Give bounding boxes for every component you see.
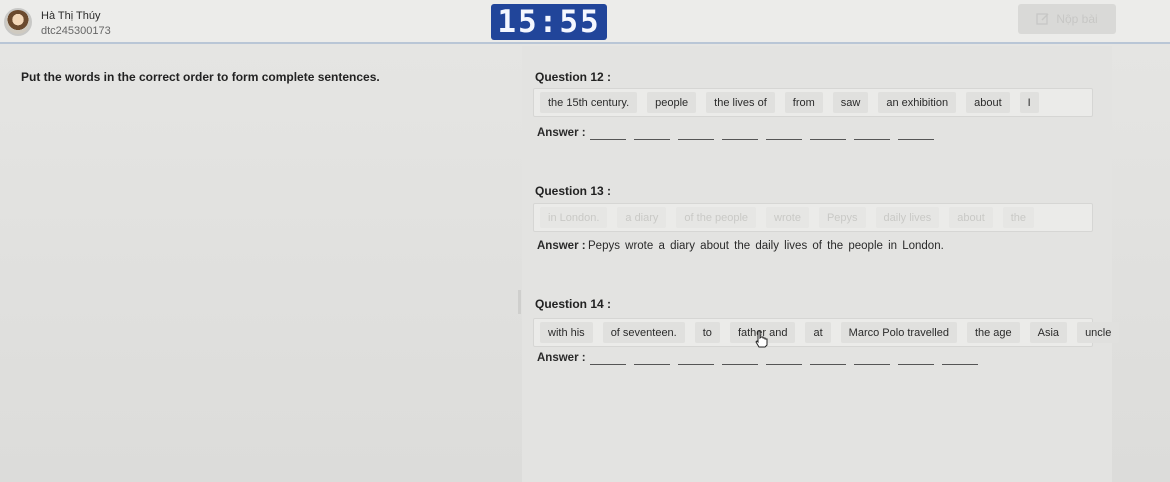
answer-slot[interactable] bbox=[722, 364, 758, 365]
answer-slot[interactable] bbox=[590, 139, 626, 140]
submit-button-label: Nộp bài bbox=[1056, 12, 1098, 26]
instruction-panel: Put the words in the correct order to fo… bbox=[0, 46, 520, 482]
answer-slot[interactable] bbox=[722, 139, 758, 140]
word-chip[interactable]: to bbox=[694, 322, 720, 343]
user-name: Hà Thị Thúy bbox=[41, 10, 101, 22]
answer-slot[interactable] bbox=[766, 139, 802, 140]
word-chip-used: a diary bbox=[617, 207, 667, 228]
answer-label: Answer : bbox=[537, 240, 586, 252]
word-chip-used: the bbox=[1002, 207, 1035, 228]
word-chip[interactable]: about bbox=[966, 92, 1010, 113]
word-chip[interactable]: saw bbox=[832, 92, 869, 113]
word-bank: the 15th century. people the lives of fr… bbox=[533, 88, 1093, 117]
answer-slot[interactable] bbox=[854, 139, 890, 140]
answer-slot[interactable] bbox=[634, 139, 670, 140]
answer-slot[interactable] bbox=[590, 364, 626, 365]
word-chip[interactable]: I bbox=[1019, 92, 1039, 113]
hand-cursor-icon bbox=[755, 330, 768, 348]
word-chip[interactable]: with his bbox=[540, 322, 593, 343]
word-chip[interactable]: Asia bbox=[1029, 322, 1068, 343]
answer-label: Answer : bbox=[537, 127, 586, 139]
answer-slot[interactable] bbox=[898, 364, 934, 365]
answer-slot[interactable] bbox=[678, 364, 714, 365]
user-id: dtc245300173 bbox=[41, 25, 111, 37]
answer-sentence[interactable]: Pepys wrote a diary about the daily live… bbox=[588, 240, 944, 252]
word-chip-used: wrote bbox=[766, 207, 809, 228]
word-chip[interactable]: of seventeen. bbox=[602, 322, 685, 343]
instruction-text: Put the words in the correct order to fo… bbox=[21, 70, 380, 84]
answer-label: Answer : bbox=[537, 352, 586, 364]
question-title: Question 13 : bbox=[535, 184, 612, 198]
word-chip-used: Pepys bbox=[818, 207, 866, 228]
word-chip-used: daily lives bbox=[875, 207, 940, 228]
avatar bbox=[4, 8, 32, 36]
countdown-timer: 15:55 bbox=[491, 4, 607, 40]
question-title: Question 14 : bbox=[535, 297, 612, 311]
question-title: Question 12 : bbox=[535, 70, 612, 84]
submit-button[interactable]: Nộp bài bbox=[1018, 4, 1116, 34]
word-chip[interactable]: people bbox=[647, 92, 697, 113]
word-chip-used: in London. bbox=[540, 207, 608, 228]
edit-icon bbox=[1036, 13, 1049, 25]
word-bank: with his of seventeen. to father and at … bbox=[533, 318, 1120, 347]
word-chip[interactable]: an exhibition bbox=[878, 92, 957, 113]
header-bar: Hà Thị Thúy dtc245300173 15:55 Nộp bài bbox=[0, 0, 1170, 44]
answer-slot[interactable] bbox=[810, 139, 846, 140]
word-chip[interactable]: from bbox=[784, 92, 823, 113]
word-chip[interactable]: the age bbox=[966, 322, 1020, 343]
answer-slots[interactable] bbox=[590, 364, 978, 365]
answer-slot[interactable] bbox=[634, 364, 670, 365]
word-bank: in London. a diary of the people wrote P… bbox=[533, 203, 1093, 232]
answer-slot[interactable] bbox=[810, 364, 846, 365]
answer-slots[interactable] bbox=[590, 139, 934, 140]
word-chip[interactable]: the 15th century. bbox=[540, 92, 638, 113]
answer-slot[interactable] bbox=[942, 364, 978, 365]
answer-slot[interactable] bbox=[854, 364, 890, 365]
word-chip[interactable]: at bbox=[805, 322, 831, 343]
answer-slot[interactable] bbox=[766, 364, 802, 365]
panel-divider[interactable] bbox=[518, 290, 521, 314]
word-chip[interactable]: uncle bbox=[1077, 322, 1120, 343]
word-chip-used: of the people bbox=[676, 207, 757, 228]
answer-slot[interactable] bbox=[678, 139, 714, 140]
answer-slot[interactable] bbox=[898, 139, 934, 140]
questions-panel: Question 12 : the 15th century. people t… bbox=[522, 46, 1120, 482]
word-chip[interactable]: the lives of bbox=[706, 92, 775, 113]
word-chip[interactable]: Marco Polo travelled bbox=[840, 322, 957, 343]
word-chip-used: about bbox=[949, 207, 993, 228]
